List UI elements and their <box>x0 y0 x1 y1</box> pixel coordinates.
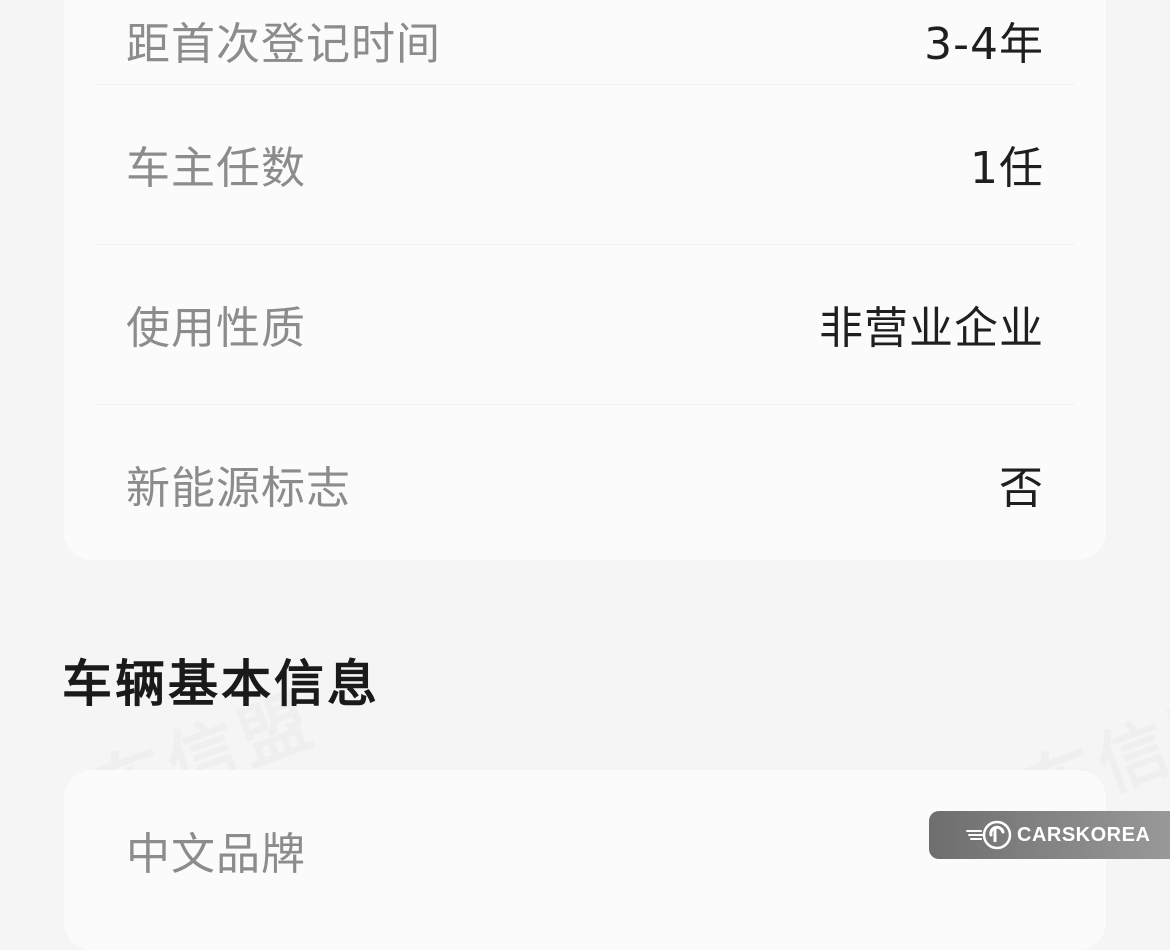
info-row-new-energy: 新能源标志 否 <box>96 404 1074 564</box>
brand-badge: CARSKOREA <box>929 811 1170 859</box>
brand-badge-text: CARSKOREA <box>1017 823 1151 846</box>
info-row-usage-type: 使用性质 非营业企业 <box>96 244 1074 404</box>
row-label: 新能源标志 <box>126 463 351 514</box>
row-label: 车主任数 <box>126 143 306 194</box>
section-title: 车辆基本信息 <box>62 655 380 713</box>
row-value: 否 <box>999 463 1044 514</box>
row-label: 距首次登记时间 <box>126 19 441 70</box>
carskorea-logo-icon <box>966 820 1012 850</box>
info-row-chinese-brand: 中文品牌 <box>96 770 1074 930</box>
info-row-owner-count: 车主任数 1任 <box>96 84 1074 244</box>
row-value: 3-4年 <box>924 19 1044 70</box>
vehicle-basic-info-card: 中文品牌 <box>64 770 1106 950</box>
vehicle-history-card: 距首次登记时间 3-4年 车主任数 1任 使用性质 非营业企业 新能源标志 否 <box>64 0 1106 560</box>
row-label: 中文品牌 <box>126 829 306 880</box>
row-value: 1任 <box>970 143 1044 194</box>
row-value: 非营业企业 <box>819 303 1044 354</box>
row-label: 使用性质 <box>126 303 306 354</box>
